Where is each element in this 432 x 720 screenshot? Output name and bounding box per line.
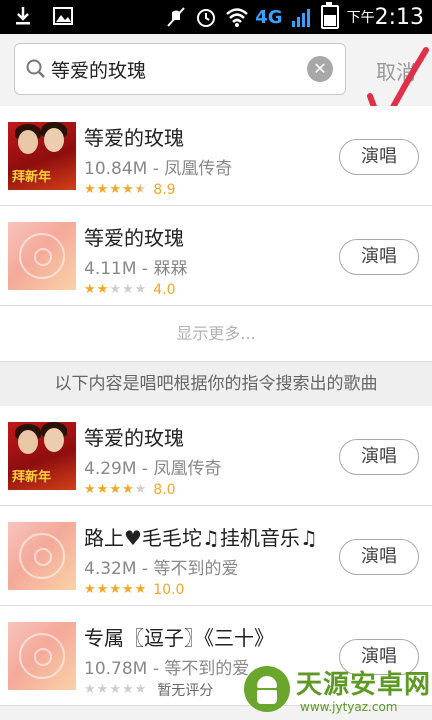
rating-score: 4.0 [153,282,176,298]
star-rating: ★ ★ ★ ★ ★ 4.0 [84,282,176,298]
rating-score: 10.0 [153,582,185,598]
show-more-button[interactable]: 显示更多... [0,306,432,362]
star-icon: ★ [96,582,109,597]
watermark: 天源安卓网 www.jytyaz.com [244,660,432,720]
android-logo-icon [244,666,290,712]
download-icon [12,5,34,27]
network-type: 4G [255,6,283,28]
star-icon: ★ [96,682,109,697]
star-icon: ★ [96,182,109,197]
album-art-title: 拜新年 [12,470,52,485]
song-row[interactable]: 拜新年 等爱的玫瑰 10.84M - 凤凰传奇 ★ ★ ★ ★ ★ 8.9 演唱 [0,106,432,206]
star-rating: ★ ★ ★ ★ ★ 暂无评分 [84,682,214,700]
song-meta: 10.78M - 等不到的爱 [84,659,250,679]
watermark-name: 天源安卓网 [296,670,432,700]
rating-score: 暂无评分 [157,683,214,699]
star-icon: ★ [109,182,121,197]
signal-icon [291,6,313,28]
song-row[interactable]: 路上♥毛毛坨♫挂机音乐♫ 4.32M - 等不到的爱 ★ ★ ★ ★ ★ 10.0 演唱 [0,506,432,606]
star-icon: ★ [121,682,134,697]
clock: 2:13 [374,4,424,30]
sing-button[interactable]: 演唱 [339,139,419,175]
star-icon: ★ [109,482,121,497]
star-icon: ★ [109,282,121,297]
song-meta: 4.32M - 等不到的爱 [84,559,239,579]
search-box[interactable]: ✕ [14,43,346,95]
album-art: 拜新年 [8,422,76,490]
song-title: 等爱的玫瑰 [84,126,184,150]
star-rating: ★ ★ ★ ★ ★ 8.0 [84,482,176,498]
star-icon: ★ [134,682,147,697]
star-icon: ★ [84,582,96,597]
disc-icon [8,622,76,690]
song-title: 专属〖逗子〗《三十》 [84,626,274,650]
alarm-icon [195,6,217,28]
star-icon: ★ [121,282,134,297]
sing-button[interactable]: 演唱 [339,539,419,575]
sing-button[interactable]: 演唱 [339,439,419,475]
star-icon: ★ [96,282,109,297]
image-icon [52,5,74,27]
song-meta: 4.11M - 槑槑 [84,259,188,279]
star-icon: ★ [121,582,134,597]
search-icon [25,58,47,84]
rating-score: 8.9 [153,182,176,198]
song-title: 等爱的玫瑰 [84,426,184,450]
disc-icon [8,222,76,290]
star-icon: ★ [134,482,147,497]
star-icon: ★ [109,682,121,697]
song-meta: 10.84M - 凤凰传奇 [84,159,233,179]
star-icon: ★ [109,582,121,597]
star-rating: ★ ★ ★ ★ ★ 10.0 [84,582,184,598]
song-row[interactable]: 拜新年 等爱的玫瑰 4.29M - 凤凰传奇 ★ ★ ★ ★ ★ 8.0 演唱 [0,406,432,506]
star-icon: ★ [84,482,96,497]
clear-icon[interactable]: ✕ [307,56,333,82]
wifi-icon [225,6,249,28]
star-icon: ★ [84,182,96,197]
album-art: 拜新年 [8,122,76,190]
star-icon: ★ [134,582,147,597]
star-icon: ★ [134,282,147,297]
star-icon: ★ [121,482,134,497]
mute-icon [165,6,187,28]
search-input[interactable] [51,54,301,84]
song-meta: 4.29M - 凤凰传奇 [84,459,222,479]
album-art-title: 拜新年 [12,170,52,185]
song-row[interactable]: 等爱的玫瑰 4.11M - 槑槑 ★ ★ ★ ★ ★ 4.0 演唱 [0,206,432,306]
star-icon: ★ [84,282,96,297]
watermark-url: www.jytyaz.com [300,700,398,714]
star-icon: ★ [84,682,96,697]
star-icon: ★ [96,482,109,497]
rating-score: 8.0 [153,482,176,498]
star-icon: ★ [121,182,134,197]
half-star-icon: ★ [134,182,147,197]
section-header: 以下内容是唱吧根据你的指令搜索出的歌曲 [0,362,432,406]
song-title: 路上♥毛毛坨♫挂机音乐♫ [84,526,318,550]
star-rating: ★ ★ ★ ★ ★ 8.9 [84,182,176,198]
sing-button[interactable]: 演唱 [339,239,419,275]
battery-icon [320,2,339,29]
disc-icon [8,522,76,590]
song-title: 等爱的玫瑰 [84,226,184,250]
status-bar: 4G 下午 2:13 [0,0,432,34]
time-prefix: 下午 [346,10,375,26]
